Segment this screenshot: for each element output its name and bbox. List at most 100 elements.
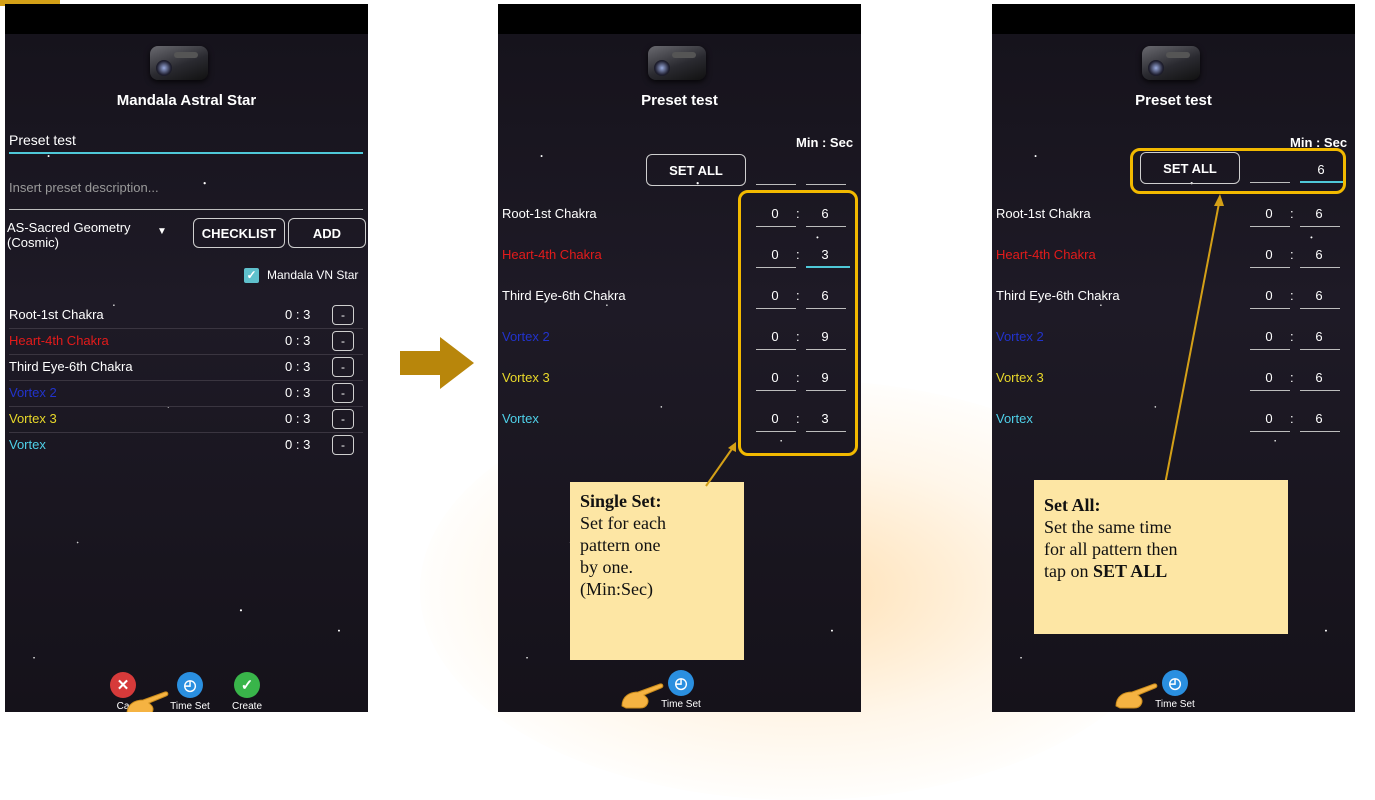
timeset-button[interactable]: ◴ Time Set — [1152, 670, 1198, 710]
list-item-name: Vortex 2 — [996, 329, 1044, 344]
preset-name-field[interactable]: Preset test — [9, 132, 76, 148]
list-item-name: Heart-4th Chakra — [9, 333, 109, 348]
list-item-time: 0 : 3 — [285, 385, 311, 400]
note-title: Set All: — [1044, 495, 1101, 515]
timeset-button[interactable]: ◴ Time Set — [167, 672, 213, 712]
annotation-note: Set All: Set the same time for all patte… — [1034, 480, 1288, 634]
list-item-name: Vortex — [996, 411, 1033, 426]
minutes-field[interactable]: 0 — [1254, 247, 1284, 262]
timeset-label: Time Set — [170, 701, 210, 712]
highlight-box — [1130, 148, 1346, 194]
timeset-button[interactable]: ◴ Time Set — [658, 670, 704, 710]
minutes-field[interactable]: 0 — [1254, 370, 1284, 385]
list-item-name: Heart-4th Chakra — [996, 247, 1096, 262]
pointing-hand-icon — [621, 683, 664, 709]
minutes-field[interactable]: 0 — [1254, 329, 1284, 344]
status-bar — [5, 4, 368, 34]
note-line: pattern one — [580, 535, 661, 555]
seconds-field[interactable]: 6 — [1304, 247, 1334, 262]
list-item-name: Root-1st Chakra — [9, 307, 104, 322]
remove-item-button[interactable]: - — [332, 305, 354, 325]
list-item-time: 0 : 3 — [285, 333, 311, 348]
description-underline — [9, 209, 363, 210]
list-item-name: Vortex 3 — [9, 411, 57, 426]
set-all-sec-field[interactable] — [806, 184, 846, 185]
remove-item-button[interactable]: - — [332, 331, 354, 351]
add-button[interactable]: ADD — [288, 218, 366, 248]
note-line: for all pattern then — [1044, 539, 1178, 559]
create-button[interactable]: ✓ Create — [227, 672, 267, 712]
field-underline — [1250, 226, 1290, 227]
seconds-field[interactable]: 6 — [1304, 370, 1334, 385]
list-divider — [9, 328, 363, 329]
minutes-field[interactable]: 0 — [1254, 288, 1284, 303]
checklist-button[interactable]: CHECKLIST — [193, 218, 285, 248]
seconds-field[interactable]: 6 — [1304, 206, 1334, 221]
create-label: Create — [231, 701, 262, 712]
remove-item-button[interactable]: - — [332, 383, 354, 403]
projector-icon — [648, 46, 706, 80]
pointing-hand-icon — [126, 691, 169, 712]
timer-icon: ◴ — [177, 672, 203, 698]
list-item-name: Vortex 2 — [502, 329, 550, 344]
field-underline — [1300, 349, 1340, 350]
highlight-box — [738, 190, 858, 456]
description-field[interactable]: Insert preset description... — [9, 180, 159, 195]
checkbox-checked-icon[interactable]: ✓ — [244, 268, 259, 283]
list-item-name: Vortex — [9, 437, 46, 452]
phone-screen-create-preset: Mandala Astral Star Preset test Insert p… — [5, 4, 368, 712]
phone-screen-single-set: Preset test Min : Sec SET ALL Root-1st C… — [498, 4, 861, 712]
seconds-field[interactable]: 6 — [1304, 411, 1334, 426]
field-underline — [1300, 308, 1340, 309]
seconds-field[interactable]: 6 — [1304, 329, 1334, 344]
field-underline — [1250, 349, 1290, 350]
timer-icon: ◴ — [668, 670, 694, 696]
timeset-label: Time Set — [1155, 699, 1195, 710]
list-item-name: Vortex 3 — [996, 370, 1044, 385]
timeset-label: Time Set — [661, 699, 701, 710]
list-item-time: 0 : 3 — [285, 359, 311, 374]
field-underline — [1250, 267, 1290, 268]
field-underline — [1250, 390, 1290, 391]
timer-icon: ◴ — [1162, 670, 1188, 696]
field-underline — [1300, 267, 1340, 268]
pointer-line — [705, 442, 736, 487]
list-item-name: Root-1st Chakra — [996, 206, 1091, 221]
set-all-min-field[interactable] — [756, 184, 796, 185]
check-icon: ✓ — [234, 672, 260, 698]
list-item-name: Third Eye-6th Chakra — [9, 359, 133, 374]
seconds-field[interactable]: 6 — [1304, 288, 1334, 303]
colon-separator: : — [1290, 206, 1294, 221]
set-all-button[interactable]: SET ALL — [646, 154, 746, 186]
field-underline — [1300, 226, 1340, 227]
colon-separator: : — [1290, 329, 1294, 344]
annotation-note: Single Set: Set for each pattern one by … — [570, 482, 744, 660]
pointing-hand-icon — [1115, 683, 1158, 709]
colon-separator: : — [1290, 411, 1294, 426]
list-divider — [9, 380, 363, 381]
remove-item-button[interactable]: - — [332, 357, 354, 377]
pointer-line — [1161, 194, 1224, 501]
phone-screen-set-all: Preset test Min : Sec SET ALL 6 Root-1st… — [992, 4, 1355, 712]
min-sec-label: Min : Sec — [796, 135, 854, 150]
preset-name-underline — [9, 152, 363, 154]
remove-item-button[interactable]: - — [332, 435, 354, 455]
minutes-field[interactable]: 0 — [1254, 206, 1284, 221]
list-item-time: 0 : 3 — [285, 307, 311, 322]
list-divider — [9, 354, 363, 355]
remove-item-button[interactable]: - — [332, 409, 354, 429]
list-divider — [9, 432, 363, 433]
status-bar — [498, 4, 861, 34]
list-item-name: Vortex 3 — [502, 370, 550, 385]
field-underline — [1300, 390, 1340, 391]
list-item-time: 0 : 3 — [285, 411, 311, 426]
projector-icon — [150, 46, 208, 80]
note-title: Single Set: — [580, 491, 662, 511]
dropdown-value-line1: AS-Sacred Geometry — [7, 220, 131, 235]
projector-icon — [1142, 46, 1200, 80]
colon-separator: : — [1290, 247, 1294, 262]
minutes-field[interactable]: 0 — [1254, 411, 1284, 426]
list-item-name: Heart-4th Chakra — [502, 247, 602, 262]
list-item-name: Root-1st Chakra — [502, 206, 597, 221]
page-title: Mandala Astral Star — [116, 92, 257, 109]
